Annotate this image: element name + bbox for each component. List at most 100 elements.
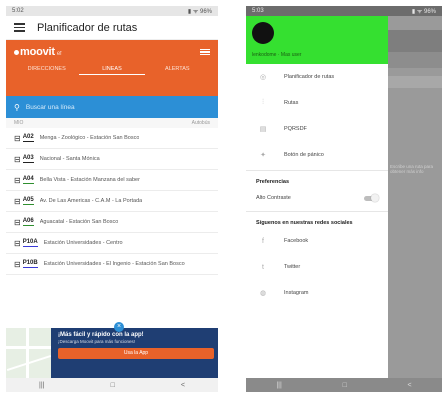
mode-label: Autobús bbox=[191, 120, 210, 126]
moovit-menu-icon[interactable] bbox=[200, 48, 210, 56]
dimmed-background[interactable]: Escribe una ruta para obtener más info bbox=[388, 16, 442, 392]
route-desc: Bella Vista - Estación Manzana del saber bbox=[39, 177, 140, 183]
promo-title: ¡Más fácil y rápido con la app! bbox=[58, 332, 144, 338]
route-code: A03 bbox=[22, 155, 34, 163]
screenshot-root: 5:02 ▮ ᯤ 96% Planificador de rutas moovi… bbox=[0, 0, 446, 396]
bus-icon: ⊟ bbox=[14, 238, 21, 248]
drawer-item-label: Twitter bbox=[284, 264, 301, 270]
drawer-item-instagram[interactable]: ◍ Instagram bbox=[246, 280, 388, 306]
moovit-header: moovit ef DIRECCIONES LINEAS ALERTAS bbox=[6, 40, 218, 96]
bus-icon: ⊟ bbox=[14, 133, 21, 143]
drawer-item-label: Instagram bbox=[284, 290, 309, 296]
line-search-input[interactable]: ⚲ Buscar una línea bbox=[6, 96, 218, 118]
instagram-icon: ◍ bbox=[259, 290, 267, 297]
tab-bar: DIRECCIONES LINEAS ALERTAS bbox=[14, 64, 210, 76]
drawer-item-planificador[interactable]: ◎ Planificador de rutas bbox=[246, 64, 388, 90]
drawer-item-label: Planificador de rutas bbox=[284, 74, 335, 80]
twitter-icon: t bbox=[262, 263, 264, 271]
bus-icon: ⊟ bbox=[14, 259, 21, 269]
route-code: A02 bbox=[22, 134, 34, 142]
preferences-heading: Preferencias bbox=[256, 179, 290, 185]
app-promo-banner: ¡Más fácil y rápido con la app! ¡Descarg… bbox=[6, 322, 218, 378]
status-time: 5:03 bbox=[252, 8, 264, 14]
navigation-drawer: lenkodome · Mas user ◎ Planificador de r… bbox=[246, 16, 388, 392]
route-desc: Av. De Las Americas - C.A.M - La Portada bbox=[39, 198, 143, 204]
drawer-item-panic[interactable]: ✦ Botón de pánico bbox=[246, 142, 388, 168]
route-row[interactable]: ⊟ A03 Nacional - Santa Mónica bbox=[6, 149, 218, 170]
close-icon[interactable]: × bbox=[114, 322, 124, 332]
search-icon: ⚲ bbox=[14, 102, 20, 112]
route-code: A05 bbox=[22, 197, 34, 205]
drawer-item-label: Botón de pánico bbox=[284, 152, 324, 158]
bus-icon: ⊟ bbox=[14, 217, 21, 227]
home-icon[interactable]: □ bbox=[343, 382, 347, 389]
status-bar: 5:03 ▮ ᯤ 96% bbox=[246, 6, 442, 16]
drawer-header: lenkodome · Mas user bbox=[246, 16, 388, 64]
bus-icon: ⊟ bbox=[14, 175, 21, 185]
tab-lineas[interactable]: LINEAS bbox=[79, 66, 145, 75]
moovit-logo: moovit ef bbox=[14, 46, 62, 58]
route-desc: Nacional - Santa Mónica bbox=[39, 156, 100, 162]
promo-subtitle: ¡Descarga Moovit para más funciones! bbox=[58, 339, 136, 344]
route-row[interactable]: ⊟ A04 Bella Vista - Estación Manzana del… bbox=[6, 170, 218, 191]
status-time: 5:02 bbox=[12, 8, 24, 14]
route-code: P10A bbox=[22, 239, 38, 247]
route-desc: Menga - Zoológico - Estación San Bosco bbox=[39, 135, 140, 141]
panic-icon: ✦ bbox=[260, 152, 266, 159]
route-row[interactable]: ⊟ P10B Estación Universidades - El Ingen… bbox=[6, 254, 218, 275]
drawer-item-facebook[interactable]: f Facebook bbox=[246, 228, 388, 254]
route-desc: Estación Universidades - Centro bbox=[43, 240, 123, 246]
bus-icon: ⊟ bbox=[14, 154, 21, 164]
route-row[interactable]: ⊟ A05 Av. De Las Americas - C.A.M - La P… bbox=[6, 191, 218, 212]
use-app-button[interactable]: Usa la App bbox=[58, 348, 214, 359]
back-icon[interactable]: < bbox=[181, 382, 185, 389]
map-thumbnail bbox=[6, 328, 52, 378]
back-icon[interactable]: < bbox=[408, 382, 412, 389]
drawer-item-pqrsdf[interactable]: ▤ PQRSDF bbox=[246, 116, 388, 142]
document-icon: ▤ bbox=[259, 126, 267, 133]
route-planner-icon: ◎ bbox=[259, 74, 267, 81]
route-code: A06 bbox=[22, 218, 34, 226]
tab-alertas[interactable]: ALERTAS bbox=[145, 66, 210, 74]
facebook-icon: f bbox=[262, 237, 264, 245]
drawer-item-label: Facebook bbox=[284, 238, 309, 244]
route-row[interactable]: ⊟ P10A Estación Universidades - Centro bbox=[6, 233, 218, 254]
status-icons: ▮ ᯤ 96% bbox=[187, 9, 212, 15]
drawer-item-rutas[interactable]: ⫶ Rutas bbox=[246, 90, 388, 116]
route-desc: Estación Universidades - El Ingenio - Es… bbox=[43, 261, 185, 267]
tab-direcciones[interactable]: DIRECCIONES bbox=[14, 66, 79, 74]
android-nav-bar: ||| □ < bbox=[246, 378, 442, 392]
high-contrast-label: Alto Contraste bbox=[256, 195, 291, 201]
left-phone-screen: 5:02 ▮ ᯤ 96% Planificador de rutas moovi… bbox=[6, 6, 218, 392]
drawer-item-label: Rutas bbox=[284, 100, 299, 106]
route-desc: Aguacatal - Estación San Bosco bbox=[39, 219, 119, 225]
divider bbox=[246, 170, 388, 171]
status-bar: 5:02 ▮ ᯤ 96% bbox=[6, 6, 218, 16]
android-nav-bar: ||| □ < bbox=[6, 378, 218, 392]
drawer-username: lenkodome · Mas user bbox=[252, 52, 302, 58]
high-contrast-row: Alto Contraste bbox=[246, 187, 388, 209]
route-row[interactable]: ⊟ A02 Menga - Zoológico - Estación San B… bbox=[6, 128, 218, 149]
right-phone-screen: 5:03 ▮ ᯤ 96% Escribe una ruta para obten… bbox=[246, 6, 442, 392]
page-title: Planificador de rutas bbox=[37, 21, 138, 34]
route-code: A04 bbox=[22, 176, 34, 184]
recents-icon[interactable]: ||| bbox=[276, 382, 281, 389]
menu-icon[interactable] bbox=[14, 23, 25, 32]
route-row[interactable]: ⊟ A06 Aguacatal - Estación San Bosco bbox=[6, 212, 218, 233]
routes-header: MIO Autobús bbox=[6, 118, 218, 128]
home-icon[interactable]: □ bbox=[111, 382, 115, 389]
avatar[interactable] bbox=[252, 22, 274, 44]
search-placeholder: Buscar una línea bbox=[25, 103, 75, 111]
app-bar: Planificador de rutas bbox=[6, 16, 218, 40]
social-heading: Síguenos en nuestras redes sociales bbox=[256, 220, 353, 226]
drawer-item-label: PQRSDF bbox=[284, 126, 307, 132]
bus-icon: ⊟ bbox=[14, 196, 21, 206]
background-text: Escribe una ruta para obtener más info bbox=[390, 164, 434, 174]
drawer-item-twitter[interactable]: t Twitter bbox=[246, 254, 388, 280]
divider bbox=[246, 211, 388, 212]
route-code: P10B bbox=[22, 260, 38, 268]
high-contrast-toggle[interactable] bbox=[364, 193, 379, 202]
status-icons: ▮ ᯤ 96% bbox=[411, 9, 436, 15]
recents-icon[interactable]: ||| bbox=[39, 382, 44, 389]
routes-icon: ⫶ bbox=[262, 99, 264, 106]
